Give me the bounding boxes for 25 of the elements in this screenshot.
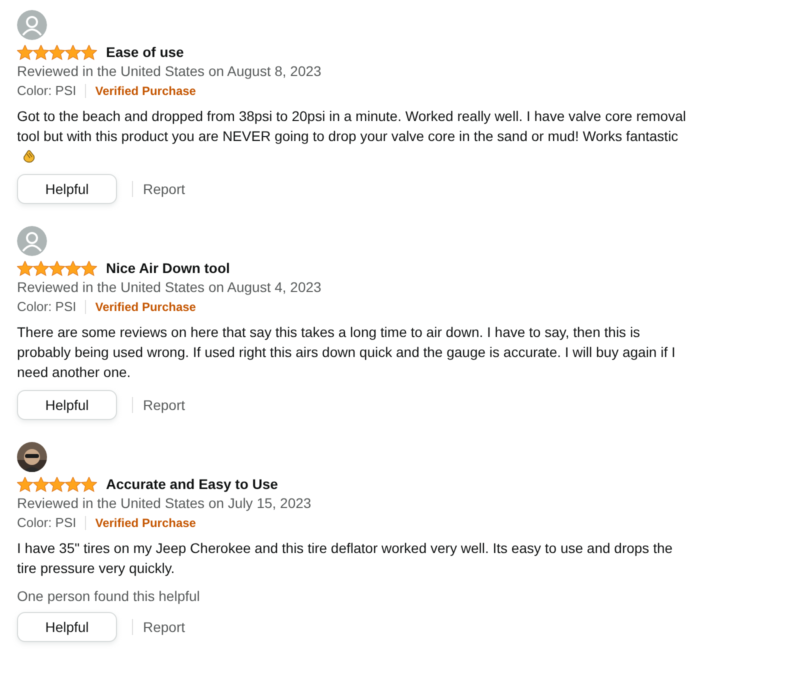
review-title: Nice Air Down tool: [106, 260, 230, 276]
review-date: Reviewed in the United States on July 15, 2023: [17, 495, 312, 511]
variant-label: Color: PSI: [17, 299, 76, 314]
variant-label: Color: PSI: [17, 83, 76, 98]
clapping-hands-icon: [21, 148, 37, 164]
avatar-icon: [17, 226, 47, 256]
verified-purchase-label: Verified Purchase: [95, 300, 196, 314]
review-text: I have 35" tires on my Jeep Cherokee and this tire deflator worked very well. Its easy to use and drops the tire pressure very quickly.: [17, 539, 674, 578]
helpful-count: One person found this helpful: [17, 588, 201, 604]
review-title: Accurate and Easy to Use: [106, 476, 278, 492]
helpful-button[interactable]: Helpful: [17, 612, 117, 642]
report-link[interactable]: Report: [132, 619, 186, 635]
review-date: Reviewed in the United States on August 4, 2023: [17, 279, 322, 295]
helpful-button[interactable]: Helpful: [17, 174, 117, 204]
review-text: There are some reviews on here that say this takes a long time to air down. I have to say, then this is probably being used wrong. If used right this airs down quick and the gauge is accurate. I will buy again if I need another one.: [17, 323, 676, 382]
review-date: Reviewed in the United States on August 8, 2023: [17, 63, 322, 79]
report-link[interactable]: Report: [132, 397, 186, 413]
variant-label: Color: PSI: [17, 515, 76, 530]
review-title: Ease of use: [106, 44, 184, 60]
report-link[interactable]: Report: [132, 181, 186, 197]
verified-purchase-label: Verified Purchase: [95, 84, 196, 98]
verified-purchase-label: Verified Purchase: [95, 516, 196, 530]
helpful-button[interactable]: Helpful: [17, 390, 117, 420]
avatar-icon: [17, 10, 47, 40]
review-text: Got to the beach and dropped from 38psi to 20psi in a minute. Worked really well. I have valve core removal tool but with this product you are NEVER going to drop your valve core in the sand or mud! Works fantastic: [17, 106, 689, 166]
